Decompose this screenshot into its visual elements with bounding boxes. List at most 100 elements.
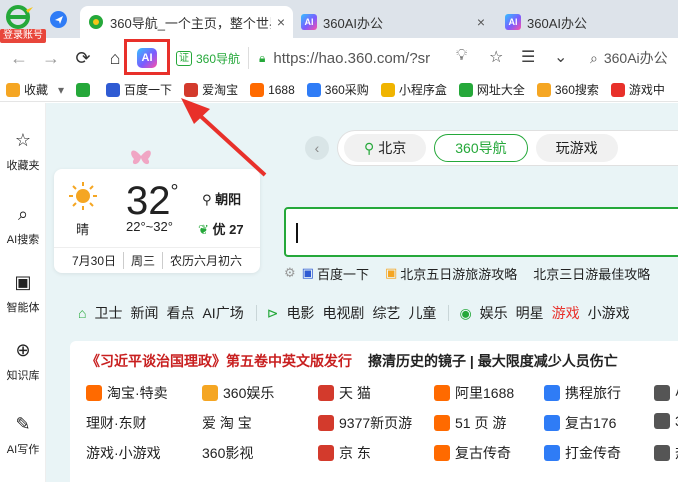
- date: 7月30日: [71, 254, 116, 268]
- site-link[interactable]: 360娱乐: [202, 383, 274, 403]
- lightbulb-icon[interactable]: 💡︎: [456, 47, 467, 65]
- category-link[interactable]: 电视剧: [322, 303, 364, 323]
- site-link[interactable]: 复古176: [544, 413, 616, 433]
- urls-icon: [458, 82, 473, 97]
- bookmark-item[interactable]: [70, 82, 100, 97]
- bookmark-item[interactable]: 网址大全: [453, 81, 531, 98]
- weather-card[interactable]: 晴 32° 22°~32° ⚲ 朝阳 ❦ 优 27 7月30日 周三 农历六月初…: [54, 169, 260, 273]
- sidebar-label: 收藏夹: [6, 160, 40, 172]
- site-row: 淘宝·特卖 360娱乐 天 猫 阿里1688 携程旅行 小视频·: [70, 383, 678, 407]
- site-link[interactable]: 小视频·: [654, 383, 678, 403]
- site-logo-icon: [544, 385, 560, 401]
- category-link[interactable]: 儿童: [408, 303, 436, 323]
- category-link[interactable]: 明星: [516, 303, 544, 323]
- bookmark-item[interactable]: 360搜索: [531, 81, 605, 98]
- search-engine-box[interactable]: ⌕ 360Ai办公: [590, 44, 678, 72]
- site-link[interactable]: 阿里1688: [434, 383, 514, 403]
- category-link[interactable]: 娱乐: [480, 303, 508, 323]
- weather-condition: 晴: [76, 222, 90, 237]
- site-label: 复古传奇: [455, 445, 511, 461]
- tab-360-nav-channel[interactable]: 360导航: [434, 134, 528, 162]
- url-text[interactable]: https://hao.360.com/?sr: [273, 50, 430, 67]
- sidebar-label: 智能体: [6, 302, 40, 314]
- login-badge[interactable]: 登录账号: [0, 29, 46, 43]
- close-icon[interactable]: ×: [271, 14, 285, 30]
- bookmark-item[interactable]: 收藏 ▾: [0, 81, 70, 98]
- bookmark-label: 百度一下: [124, 83, 173, 97]
- bookmark-item[interactable]: 游戏中: [605, 81, 671, 98]
- category-link[interactable]: 看点: [166, 303, 194, 323]
- category-link-games[interactable]: 游戏: [552, 303, 580, 323]
- site-label: 京 东: [339, 445, 371, 461]
- sidebar-item[interactable]: ✎ AI写作: [0, 413, 46, 457]
- main-content: 晴 32° 22°~32° ⚲ 朝阳 ❦ 优 27 7月30日 周三 农历六月初…: [46, 103, 678, 482]
- site-link[interactable]: 360影视: [202, 443, 253, 463]
- bookmark-item[interactable]: 小程序盒: [375, 81, 453, 98]
- site-link[interactable]: 37: [654, 413, 678, 429]
- gear-icon[interactable]: ⚙: [284, 265, 296, 281]
- tab-title: 360AI办公: [527, 15, 587, 31]
- chevron-left-icon[interactable]: ‹: [305, 136, 329, 160]
- bookmarks-bar: 收藏 ▾ 百度一下 爱淘宝 1688 360采购 小程序盒 网址大全 360搜索 游戏中: [0, 78, 678, 102]
- bookmark-item[interactable]: 爱淘宝: [178, 81, 244, 98]
- bookmark-item[interactable]: 1688: [244, 82, 301, 97]
- headline-dark[interactable]: 擦清历史的镜子 | 最大限度减少人员伤亡: [368, 353, 618, 369]
- tab-ai-office-1[interactable]: AI 360AI办公 ×: [293, 6, 493, 38]
- browser-logo-icon[interactable]: [4, 4, 34, 30]
- site-link[interactable]: 天 猫: [318, 383, 371, 403]
- close-icon[interactable]: ×: [471, 14, 485, 30]
- category-link[interactable]: 综艺: [372, 303, 400, 323]
- site-certificate[interactable]: 证 360导航: [176, 47, 250, 69]
- sidebar-item[interactable]: ⊕ 知识库: [0, 339, 46, 383]
- site-link[interactable]: 携程旅行: [544, 383, 621, 403]
- site-link[interactable]: 打金传奇: [544, 443, 621, 463]
- site-link[interactable]: 淘宝·特卖: [86, 383, 168, 403]
- site-link[interactable]: 游戏·小游戏: [86, 443, 161, 463]
- sidebar-item[interactable]: ▣ 智能体: [0, 271, 46, 315]
- category-link[interactable]: 新闻: [130, 303, 158, 323]
- refresh-icon[interactable]: ⟳: [72, 47, 94, 69]
- site-logo-icon: [544, 445, 560, 461]
- search-icon: ⌕: [17, 203, 29, 224]
- tab-ai-office-2[interactable]: AI 360AI办公: [497, 6, 678, 38]
- air-quality[interactable]: ❦ 优 27: [198, 219, 244, 238]
- site-link[interactable]: 京 东: [318, 443, 371, 463]
- tab-strip: 登录账号 360导航_一个主页，整个世界 × AI 360AI办公 × AI 3…: [0, 0, 678, 43]
- bookmark-item[interactable]: 百度一下: [100, 81, 178, 98]
- send-icon[interactable]: [50, 11, 67, 28]
- site-link[interactable]: 51 页 游: [434, 413, 506, 433]
- hot-link-beijing-3day[interactable]: 北京三日游最佳攻略: [533, 264, 650, 283]
- tab-play-games[interactable]: 玩游戏: [535, 134, 618, 162]
- main-search-input[interactable]: [284, 207, 678, 257]
- bookmark-item[interactable]: 360采购: [301, 81, 375, 98]
- menu-icon[interactable]: ☰: [521, 47, 535, 67]
- hot-link-baidu[interactable]: ▣ 百度一下: [302, 264, 369, 283]
- site-link[interactable]: 热血: [654, 443, 678, 463]
- site-link[interactable]: 理财·东财: [86, 413, 147, 433]
- headline-red[interactable]: 《习近平谈治国理政》第五卷中英文版发行: [86, 353, 352, 369]
- sidebar-item[interactable]: ⌕ AI搜索: [0, 203, 46, 247]
- category-link[interactable]: 电影: [286, 303, 314, 323]
- site-link[interactable]: 爱 淘 宝: [202, 413, 252, 433]
- divider: [448, 305, 450, 321]
- sidebar-item[interactable]: ☆ 收藏夹: [0, 129, 46, 173]
- category-link[interactable]: 小游戏: [588, 303, 630, 323]
- back-arrow-icon[interactable]: ←: [8, 47, 30, 69]
- bookmark-star-icon[interactable]: ☆: [489, 47, 503, 67]
- home-icon[interactable]: ⌂: [104, 47, 126, 69]
- category-link[interactable]: 卫士: [94, 303, 122, 323]
- dropdown-icon[interactable]: ▾: [58, 83, 64, 97]
- tab-360-nav[interactable]: 360导航_一个主页，整个世界 ×: [80, 6, 293, 38]
- tab-beijing[interactable]: ⚲ 北京: [344, 134, 427, 162]
- forward-arrow-icon[interactable]: →: [40, 47, 62, 69]
- hot-link-beijing-5day[interactable]: ▣ 北京五日游旅游攻略: [385, 264, 517, 283]
- site-panel: 《习近平谈治国理政》第五卷中英文版发行 擦清历史的镜子 | 最大限度减少人员伤亡 …: [70, 341, 678, 482]
- category-link[interactable]: AI广场: [202, 303, 243, 323]
- lock-icon[interactable]: 🔒︎: [259, 51, 265, 66]
- location[interactable]: ⚲ 朝阳: [202, 189, 241, 208]
- site-logo-icon: [654, 413, 670, 429]
- site-link[interactable]: 复古传奇: [434, 443, 511, 463]
- chevron-down-icon[interactable]: ⌄: [554, 47, 567, 67]
- site-link[interactable]: 9377新页游: [318, 413, 412, 433]
- site-logo-icon: [434, 445, 450, 461]
